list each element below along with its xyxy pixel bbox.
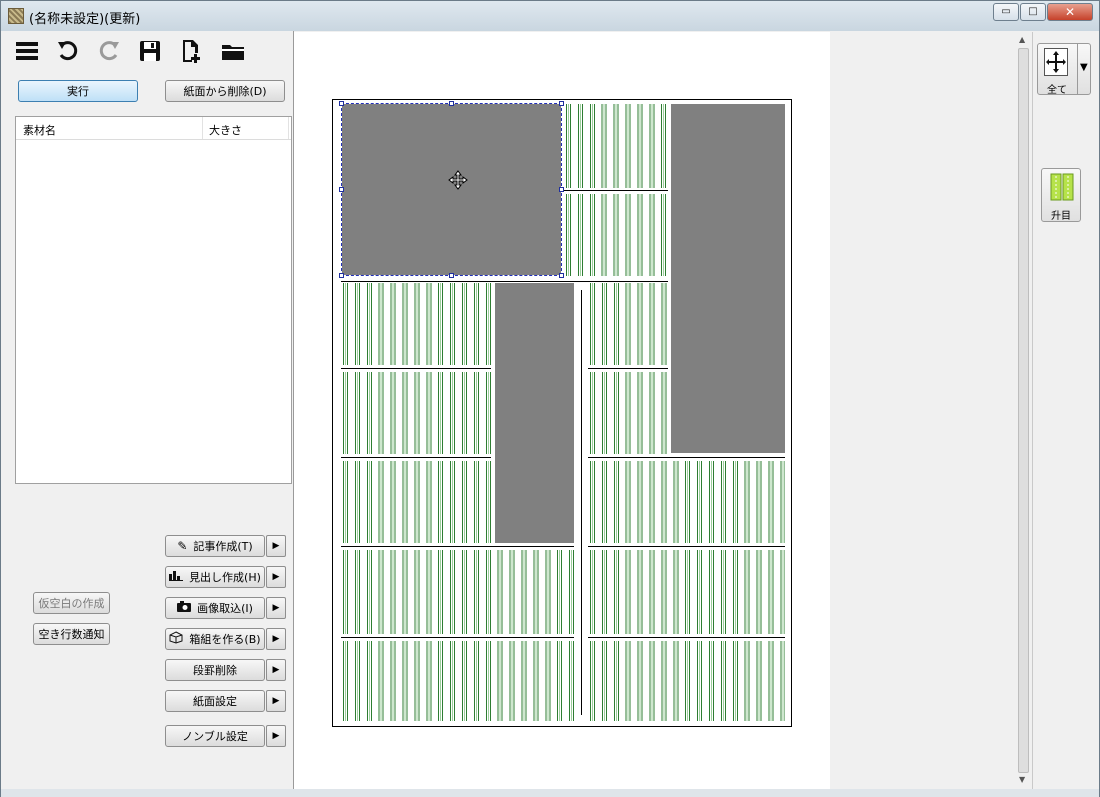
move-all-icon (1044, 48, 1068, 76)
right-panel: ▼ 全て 升目 (1032, 32, 1095, 789)
delete-column-rule-button[interactable]: 段罫削除 (165, 659, 265, 681)
window-bottom-edge (1, 789, 1099, 797)
minimize-button[interactable]: ▭ (993, 3, 1019, 21)
image-block[interactable] (495, 283, 574, 543)
import-image-menu-arrow[interactable]: ▶ (266, 597, 286, 619)
redo-icon[interactable] (95, 37, 123, 65)
column-rule (588, 637, 785, 638)
app-window: (名称未設定)(更新) ▭ □ ✕ 実行 紙面から削除(D) 素材名 大きさ ✎… (0, 0, 1100, 797)
column-divider[interactable] (288, 117, 289, 139)
close-button[interactable]: ✕ (1047, 3, 1093, 21)
app-icon (8, 8, 24, 24)
column-rule (341, 368, 491, 369)
create-article-button[interactable]: ✎ 記事作成(T) (165, 535, 265, 557)
grid-view-label: 升目 (1051, 211, 1071, 222)
resize-handle[interactable] (339, 187, 344, 192)
title-bar: (名称未設定)(更新) ▭ □ ✕ (1, 1, 1099, 31)
move-cursor-icon (448, 170, 468, 194)
camera-icon (177, 601, 192, 615)
dropdown-arrow-icon[interactable]: ▼ (1080, 62, 1088, 73)
text-column-block[interactable] (341, 283, 491, 365)
text-column-block[interactable] (341, 550, 574, 634)
resize-handle[interactable] (449, 101, 454, 106)
column-rule (341, 546, 574, 547)
canvas-margin (830, 32, 1015, 789)
text-column-block[interactable] (341, 641, 574, 721)
column-header-name[interactable]: 素材名 (23, 122, 56, 138)
create-article-label: 記事作成(T) (193, 540, 253, 553)
scroll-down-icon[interactable]: ▼ (1019, 775, 1025, 784)
create-headline-label: 見出し作成(H) (189, 571, 261, 584)
text-column-block[interactable] (588, 372, 668, 454)
make-box-menu-arrow[interactable]: ▶ (266, 628, 286, 650)
box-icon (169, 631, 183, 647)
import-image-label: 画像取込(I) (197, 602, 253, 615)
delete-column-rule-menu-arrow[interactable]: ▶ (266, 659, 286, 681)
vertical-scrollbar[interactable]: ▲ ▼ (1015, 32, 1032, 789)
make-box-label: 箱組を作る(B) (189, 633, 261, 646)
maximize-button[interactable]: □ (1020, 3, 1046, 21)
resize-handle[interactable] (339, 101, 344, 106)
create-article-menu-arrow[interactable]: ▶ (266, 535, 286, 557)
resize-handle[interactable] (559, 273, 564, 278)
resize-handle[interactable] (449, 273, 454, 278)
open-folder-icon[interactable] (219, 37, 247, 65)
create-headline-button[interactable]: 見出し作成(H) (165, 566, 265, 588)
text-column-block[interactable] (588, 641, 785, 721)
image-block[interactable] (671, 104, 785, 453)
text-column-block[interactable] (588, 461, 785, 543)
run-button[interactable]: 実行 (18, 80, 138, 102)
column-rule (588, 546, 785, 547)
material-list[interactable]: 素材名 大きさ (15, 116, 292, 484)
new-page-icon[interactable] (178, 37, 206, 65)
delete-from-page-button[interactable]: 紙面から削除(D) (165, 80, 285, 102)
column-rule (564, 190, 668, 191)
undo-icon[interactable] (54, 37, 82, 65)
save-icon[interactable] (136, 37, 164, 65)
text-column-block[interactable] (341, 461, 491, 543)
left-panel: 実行 紙面から削除(D) 素材名 大きさ ✎ 記事作成(T) ▶ 見出し作成(H)… (8, 31, 293, 793)
create-headline-menu-arrow[interactable]: ▶ (266, 566, 286, 588)
move-all-label: 全て (1047, 85, 1067, 96)
resize-handle[interactable] (559, 187, 564, 192)
scrollbar-thumb[interactable] (1018, 48, 1029, 773)
resize-handle[interactable] (339, 273, 344, 278)
make-box-button[interactable]: 箱組を作る(B) (165, 628, 265, 650)
text-column-block[interactable] (588, 283, 668, 365)
text-column-block[interactable] (564, 104, 668, 188)
column-rule (341, 457, 491, 458)
text-column-block[interactable] (588, 550, 785, 634)
material-list-header: 素材名 大きさ (16, 117, 291, 140)
import-image-button[interactable]: 画像取込(I) (165, 597, 265, 619)
menu-icon[interactable] (13, 37, 41, 65)
column-rule (588, 368, 668, 369)
text-column-block[interactable] (341, 372, 491, 454)
bar-chart-icon (169, 570, 184, 584)
grid-columns-icon (1050, 173, 1074, 204)
column-rule (341, 637, 574, 638)
column-header-size[interactable]: 大きさ (209, 122, 242, 138)
vertical-rule (581, 290, 582, 715)
create-temp-blank-button[interactable]: 仮空白の作成 (33, 592, 110, 614)
page-settings-button[interactable]: 紙面設定 (165, 690, 265, 712)
empty-line-count-button[interactable]: 空き行数通知 (33, 623, 110, 645)
column-rule (341, 281, 668, 282)
scroll-up-icon[interactable]: ▲ (1019, 35, 1025, 44)
text-column-block[interactable] (564, 194, 668, 276)
window-title: (名称未設定)(更新) (29, 12, 141, 27)
column-rule (588, 457, 785, 458)
page-settings-menu-arrow[interactable]: ▶ (266, 690, 286, 712)
pencil-icon: ✎ (177, 539, 188, 553)
resize-handle[interactable] (559, 101, 564, 106)
grid-view-button[interactable]: 升目 (1041, 168, 1081, 222)
newspaper-page[interactable] (332, 99, 792, 727)
column-divider[interactable] (202, 117, 203, 139)
move-all-button[interactable]: ▼ 全て (1037, 43, 1091, 96)
page-number-settings-button[interactable]: ノンブル設定 (165, 725, 265, 747)
page-number-settings-menu-arrow[interactable]: ▶ (266, 725, 286, 747)
